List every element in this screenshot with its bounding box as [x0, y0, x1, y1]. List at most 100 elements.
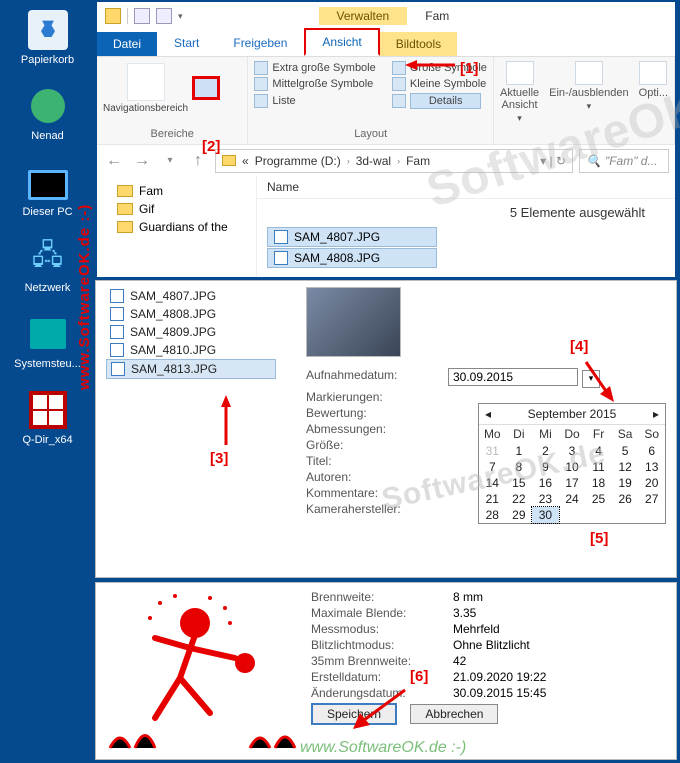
tab-share[interactable]: Freigeben	[216, 30, 304, 56]
tree-item[interactable]: Gif	[103, 200, 250, 218]
desktop-network[interactable]: 🖧 Netzwerk	[10, 238, 85, 294]
list-item[interactable]: SAM_4809.JPG	[106, 323, 276, 341]
calendar-day[interactable]: 4	[585, 443, 612, 459]
desktop-user[interactable]: Nenad	[10, 86, 85, 142]
calendar-day[interactable]: 30	[532, 507, 559, 523]
tab-view[interactable]: Ansicht	[304, 28, 379, 56]
tab-file[interactable]: Datei	[97, 32, 157, 56]
meta-key: Größe:	[306, 438, 436, 452]
date-taken-field[interactable]: 30.09.2015	[448, 368, 578, 386]
calendar-day[interactable]: 20	[638, 475, 665, 491]
desktop-label: Q-Dir_x64	[22, 434, 72, 446]
calendar-day[interactable]: 26	[612, 491, 639, 507]
details-pane-button[interactable]	[192, 76, 220, 100]
view-extra-large[interactable]: Extra große Symbole	[254, 61, 375, 75]
desktop-qdir[interactable]: Q-Dir_x64	[10, 390, 85, 446]
date-picker-button[interactable]: ▾	[582, 370, 600, 388]
file-item[interactable]: SAM_4808.JPG	[267, 248, 437, 268]
calendar-day[interactable]: 16	[532, 475, 559, 491]
calendar-day[interactable]: 6	[638, 443, 665, 459]
save-button[interactable]: Speichern	[311, 703, 397, 725]
desktop-recycle-bin[interactable]: Papierkorb	[10, 10, 85, 66]
list-item[interactable]: SAM_4808.JPG	[106, 305, 276, 323]
view-details[interactable]: Details	[392, 93, 487, 109]
calendar-day[interactable]: 22	[506, 491, 533, 507]
desktop-label: Papierkorb	[21, 54, 74, 66]
calendar-day[interactable]: 1	[506, 443, 533, 459]
qat-chevron-icon[interactable]: ▾	[178, 11, 183, 22]
jpg-icon	[274, 251, 288, 265]
show-hide-button[interactable]: Ein-/ausblenden▾	[549, 61, 629, 112]
breadcrumb[interactable]: Programme (D:)	[255, 154, 341, 168]
prev-month-button[interactable]: ◂	[485, 407, 491, 421]
calendar-day[interactable]: 17	[559, 475, 586, 491]
view-small[interactable]: Kleine Symbole	[392, 77, 487, 91]
calendar-day[interactable]: 8	[506, 459, 533, 475]
meta-key: 35mm Brennweite:	[311, 654, 441, 668]
calendar-day[interactable]: 7	[479, 459, 506, 475]
tab-start[interactable]: Start	[157, 30, 216, 56]
calendar-day[interactable]: 14	[479, 475, 506, 491]
calendar-day[interactable]: 12	[612, 459, 639, 475]
calendar-day[interactable]: 3	[559, 443, 586, 459]
folder-icon	[117, 185, 133, 197]
list-item[interactable]: SAM_4807.JPG	[106, 287, 276, 305]
up-button[interactable]: ↑	[187, 150, 209, 172]
recent-locations-button[interactable]: ▾	[159, 150, 181, 172]
calendar-day[interactable]: 18	[585, 475, 612, 491]
calendar-day[interactable]: 31	[479, 443, 506, 459]
next-month-button[interactable]: ▸	[653, 407, 659, 421]
qat-button[interactable]	[134, 8, 150, 24]
tree-item[interactable]: Guardians of the	[103, 218, 250, 236]
tree-item[interactable]: Fam	[103, 182, 250, 200]
breadcrumb[interactable]: Fam	[406, 154, 430, 168]
navigation-pane-button[interactable]	[127, 63, 165, 101]
ribbon-tabs: Datei Start Freigeben Ansicht Bildtools	[97, 30, 675, 56]
column-header-name[interactable]: Name	[257, 176, 675, 199]
file-list: SAM_4807.JPG SAM_4808.JPG SAM_4809.JPG S…	[106, 287, 276, 517]
calendar-dow: Do	[559, 425, 586, 443]
folder-tree[interactable]: Fam Gif Guardians of the	[97, 176, 257, 277]
calendar-day[interactable]: 15	[506, 475, 533, 491]
calendar-day[interactable]: 11	[585, 459, 612, 475]
back-button[interactable]: ←	[103, 150, 125, 172]
titlebar[interactable]: ▾ Verwalten Fam	[97, 2, 675, 30]
file-item[interactable]: SAM_4807.JPG	[267, 227, 437, 247]
current-view-button[interactable]: Aktuelle Ansicht▾	[500, 61, 539, 124]
jpg-icon	[274, 230, 288, 244]
calendar-day[interactable]: 5	[612, 443, 639, 459]
search-input[interactable]: 🔍 "Fam" d...	[579, 149, 669, 173]
address-bar[interactable]: « Programme (D:)› 3d-wal› Fam ▾ | ↻	[215, 149, 573, 173]
calendar-day[interactable]: 9	[532, 459, 559, 475]
calendar-day[interactable]: 27	[638, 491, 665, 507]
cancel-button[interactable]: Abbrechen	[410, 704, 498, 724]
calendar-day[interactable]: 23	[532, 491, 559, 507]
calendar-day[interactable]: 29	[506, 507, 533, 523]
desktop-control-panel[interactable]: Systemsteu...	[10, 314, 85, 370]
meta-value: 3.35	[453, 606, 476, 620]
breadcrumb[interactable]: 3d-wal	[356, 154, 391, 168]
view-medium[interactable]: Mittelgroße Symbole	[254, 77, 375, 91]
calendar-dow: Di	[506, 425, 533, 443]
calendar-day[interactable]: 13	[638, 459, 665, 475]
list-item[interactable]: SAM_4810.JPG	[106, 341, 276, 359]
calendar-day[interactable]: 24	[559, 491, 586, 507]
list-item[interactable]: SAM_4813.JPG	[106, 359, 276, 379]
view-large[interactable]: Große Symbole	[392, 61, 487, 75]
calendar-day[interactable]: 19	[612, 475, 639, 491]
desktop-this-pc[interactable]: Dieser PC	[10, 162, 85, 218]
calendar-day[interactable]: 2	[532, 443, 559, 459]
pc-icon	[28, 162, 68, 202]
jpg-icon	[111, 362, 125, 376]
qat-button[interactable]	[156, 8, 172, 24]
calendar-day[interactable]: 28	[479, 507, 506, 523]
tab-picture-tools[interactable]: Bildtools	[380, 32, 457, 56]
forward-button[interactable]: →	[131, 150, 153, 172]
view-list[interactable]: Liste	[254, 93, 375, 109]
folder-icon	[105, 8, 121, 24]
options-button[interactable]: Opti...	[639, 61, 668, 99]
calendar-day[interactable]: 10	[559, 459, 586, 475]
calendar-day[interactable]: 25	[585, 491, 612, 507]
calendar-popup[interactable]: ◂ September 2015 ▸ MoDiMiDoFrSaSo3112345…	[478, 403, 666, 524]
calendar-day[interactable]: 21	[479, 491, 506, 507]
